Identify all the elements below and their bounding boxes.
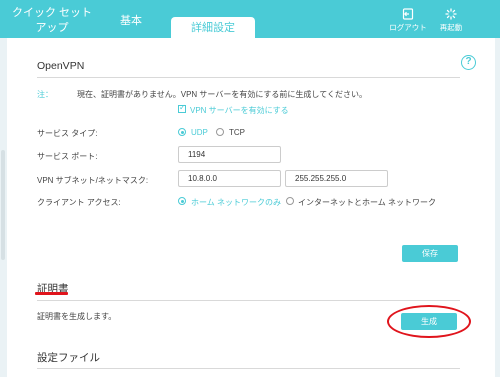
openvpn-divider (37, 77, 460, 78)
certificate-title-highlight (35, 292, 68, 295)
scrollbar[interactable] (1, 150, 5, 260)
top-header: クイック セット アップ 基本 詳細設定 ログアウト 再起動 (0, 0, 500, 38)
enable-vpn-checkbox[interactable]: ✓ (178, 103, 186, 113)
reboot-label: 再起動 (439, 23, 463, 32)
help-icon[interactable]: ? (461, 55, 476, 70)
service-type-tcp-label[interactable]: TCP (229, 128, 245, 137)
note-text: 現在、証明書がありません。VPN サーバーを有効にする前に生成してください。 (77, 90, 367, 99)
note-label: 注： (37, 90, 53, 99)
tab-basic[interactable]: 基本 (100, 0, 162, 38)
reboot-icon (445, 8, 457, 20)
checkmark-icon: ✓ (179, 103, 186, 112)
logout-label: ログアウト (389, 23, 427, 32)
client-access-label: クライアント アクセス: (37, 198, 121, 207)
generate-button-highlight (387, 305, 471, 338)
tab-quick-setup-label-line1: クイック セット (11, 7, 93, 19)
certificate-description: 証明書を生成します。 (37, 312, 117, 321)
client-access-home-label[interactable]: ホーム ネットワークのみ (191, 197, 281, 208)
vpn-subnet-input[interactable]: 10.8.0.0 (178, 170, 281, 187)
vpn-subnet-label: VPN サブネット/ネットマスク: (37, 176, 149, 185)
client-access-internet-label[interactable]: インターネットとホーム ネットワーク (298, 197, 436, 208)
service-port-input[interactable]: 1194 (178, 146, 281, 163)
tab-quick-setup-label-line2: アップ (35, 22, 69, 34)
certificate-divider (37, 300, 460, 301)
client-access-home-radio[interactable] (178, 197, 186, 205)
openvpn-title: OpenVPN (37, 60, 85, 72)
service-type-udp-radio[interactable] (178, 128, 186, 136)
service-port-label: サービス ポート: (37, 152, 98, 161)
tab-quick-setup[interactable]: クイック セット アップ (4, 0, 100, 38)
vpn-netmask-input[interactable]: 255.255.255.0 (285, 170, 388, 187)
service-type-udp-label[interactable]: UDP (191, 128, 208, 137)
tab-advanced[interactable]: 詳細設定 (171, 17, 255, 38)
config-file-title: 設定ファイル (37, 352, 100, 364)
service-type-tcp-radio[interactable] (216, 128, 224, 136)
logout-icon (402, 8, 414, 20)
save-button[interactable]: 保存 (402, 245, 458, 262)
logout-button[interactable]: ログアウト (385, 8, 431, 33)
page-edge-right (495, 38, 500, 377)
client-access-internet-radio[interactable] (286, 197, 294, 205)
service-type-label: サービス タイプ: (37, 129, 98, 138)
config-file-divider (37, 368, 460, 369)
reboot-button[interactable]: 再起動 (432, 8, 470, 33)
enable-vpn-label[interactable]: VPN サーバーを有効にする (190, 105, 289, 116)
